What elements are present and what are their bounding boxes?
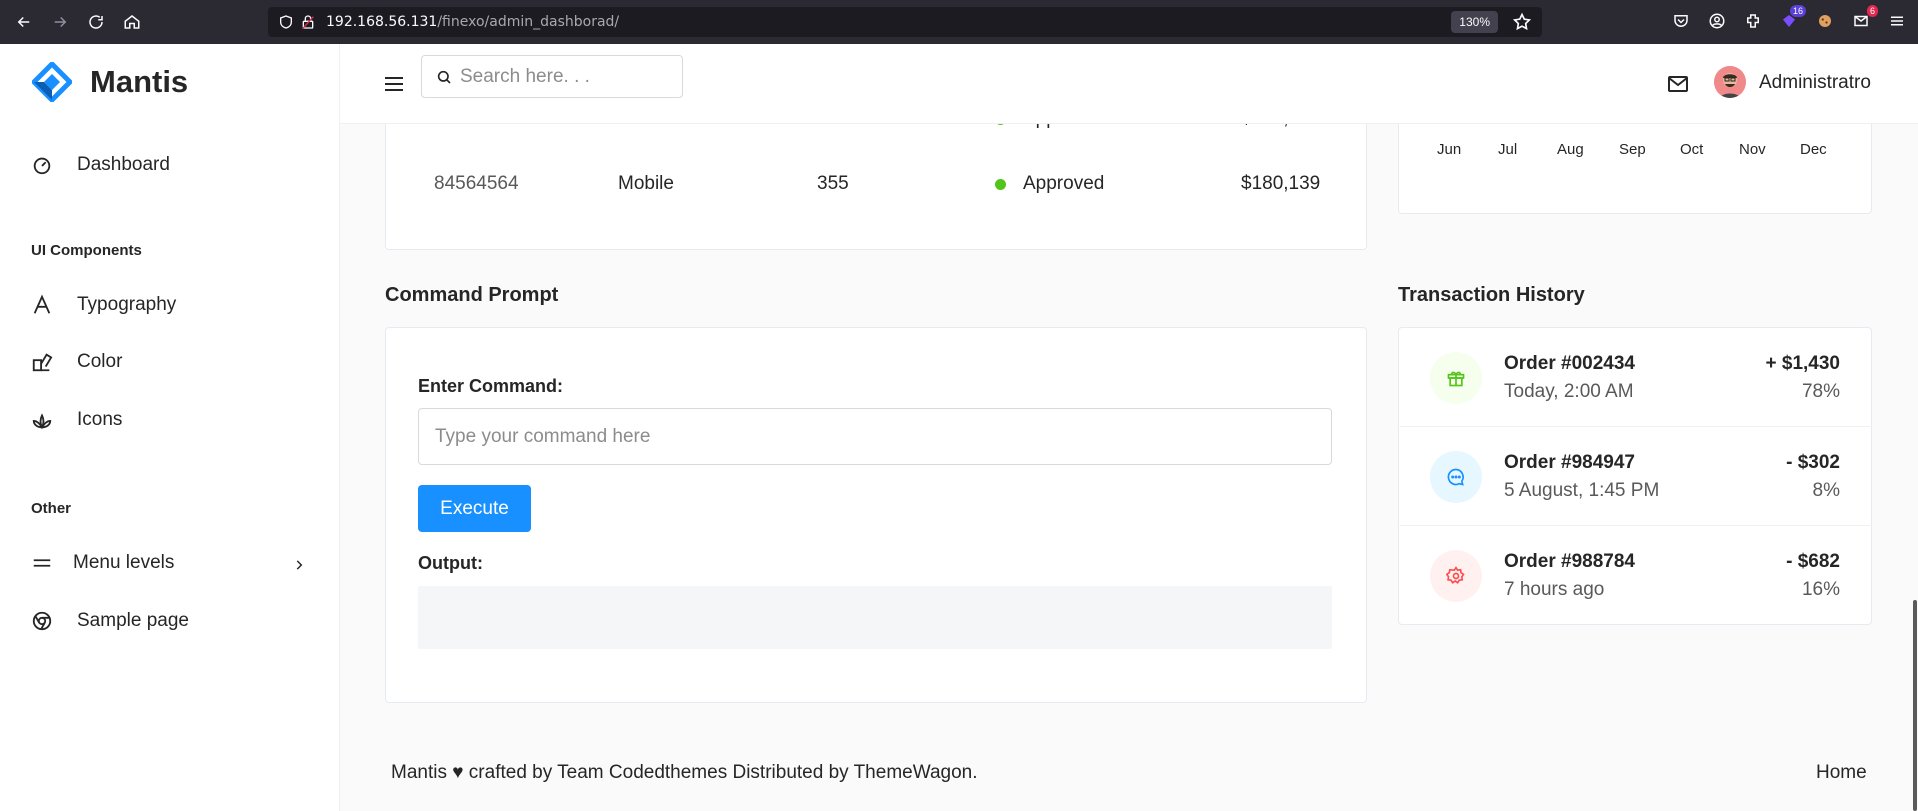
list-item[interactable]: Order #988784 7 hours ago - $682 16%: [1398, 526, 1872, 625]
user-avatar-icon: [1714, 66, 1746, 98]
account-icon[interactable]: [1706, 10, 1728, 32]
message-icon: [1430, 451, 1482, 503]
nav-caption-other: Other: [31, 500, 72, 517]
settings-icon: [1430, 550, 1482, 602]
sidebar-item-icons[interactable]: Icons: [31, 409, 122, 431]
transaction-amount: - $302: [1786, 452, 1840, 473]
sidebar-item-label: Dashboard: [77, 154, 170, 175]
transaction-time: 5 August, 1:45 PM: [1504, 480, 1660, 501]
dashboard-icon: [33, 157, 51, 175]
transaction-percent: 78%: [1801, 381, 1840, 402]
chart-x-tick: Jun: [1437, 141, 1462, 158]
output-label: Output:: [418, 553, 483, 573]
bookmark-star-icon[interactable]: [1512, 12, 1532, 32]
search-icon: [437, 70, 451, 84]
reload-icon[interactable]: [84, 10, 108, 34]
gift-icon: [1430, 352, 1482, 404]
chart-x-tick: Jul: [1498, 141, 1518, 158]
enter-command-label: Enter Command:: [418, 376, 564, 396]
transaction-time: Today, 2:00 AM: [1504, 381, 1634, 402]
browser-toolbar: 192.168.56.131/finexo/admin_dashborad/ 1…: [0, 0, 1918, 44]
lotus-icon: [32, 413, 52, 430]
url-path: /finexo/admin_dashborad/: [437, 14, 620, 30]
status-dot: [995, 179, 1006, 190]
sidebar-item-dashboard[interactable]: Dashboard: [31, 154, 170, 176]
extension-purple-icon[interactable]: 16: [1778, 5, 1806, 32]
zoom-level[interactable]: 130%: [1451, 11, 1498, 33]
search-input[interactable]: [460, 65, 660, 88]
transaction-percent: 16%: [1801, 579, 1840, 600]
sidebar-item-sample-page[interactable]: Sample page: [31, 610, 189, 632]
search-box[interactable]: [421, 55, 683, 98]
footer-home-link[interactable]: Home: [1816, 762, 1867, 784]
command-prompt-title: Command Prompt: [385, 284, 559, 306]
chart-x-tick: Nov: [1739, 141, 1766, 158]
mail-badge: 6: [1866, 5, 1878, 17]
url-text: 192.168.56.131/finexo/admin_dashborad/: [326, 14, 619, 30]
extension-cookie-icon[interactable]: [1814, 10, 1836, 32]
transaction-title: Order #988784: [1504, 551, 1635, 572]
chart-x-tick: Aug: [1557, 141, 1584, 158]
chart-x-tick: Dec: [1800, 141, 1827, 158]
sidebar-item-typography[interactable]: Typography: [31, 294, 176, 316]
browser-extensions: 16 6: [1670, 5, 1908, 32]
command-input[interactable]: [418, 408, 1332, 465]
extension-mail-icon[interactable]: 6: [1850, 5, 1878, 32]
browser-menu-icon[interactable]: [1886, 10, 1908, 32]
menu-levels-icon: [33, 559, 51, 567]
transaction-amount: + $1,430: [1765, 353, 1841, 374]
chart-x-tick: Oct: [1680, 141, 1704, 158]
chart-x-tick: Sep: [1619, 141, 1646, 158]
order-name: Mobile: [618, 173, 674, 194]
order-qty: 355: [817, 173, 849, 194]
list-item[interactable]: Order #002434 Today, 2:00 AM + $1,430 78…: [1398, 328, 1872, 427]
sidebar-item-label: Color: [77, 351, 123, 372]
avatar[interactable]: [1714, 66, 1746, 98]
execute-button[interactable]: Execute: [418, 485, 531, 532]
typography-icon: [33, 294, 51, 314]
brand-name: Mantis: [90, 64, 189, 99]
mantis-logo-icon: [32, 62, 72, 102]
sidebar-item-label: Typography: [77, 294, 177, 315]
shield-icon[interactable]: [276, 12, 296, 32]
mail-icon[interactable]: [1666, 72, 1690, 96]
sidebar-item-label: Sample page: [77, 610, 189, 631]
transaction-title: Order #002434: [1504, 353, 1635, 374]
order-id: 84564564: [434, 173, 519, 194]
forward-icon[interactable]: [48, 10, 72, 34]
hamburger-menu-icon[interactable]: [382, 72, 406, 96]
transaction-percent: 8%: [1812, 480, 1840, 501]
sidebar: Mantis Dashboard UI Components Typograph…: [0, 44, 340, 811]
home-icon[interactable]: [120, 10, 144, 34]
sidebar-item-menu-levels[interactable]: Menu levels: [31, 552, 174, 574]
nav-caption-ui-components: UI Components: [31, 242, 142, 259]
extension-badge: 16: [1789, 5, 1806, 17]
footer-credits: Mantis ♥ crafted by Team Codedthemes Dis…: [391, 762, 978, 783]
order-amount: $180,139: [1241, 173, 1321, 194]
extensions-icon[interactable]: [1742, 10, 1764, 32]
color-icon: [32, 353, 53, 372]
top-header-overlay: Administratro: [340, 44, 1918, 124]
command-output: [418, 586, 1332, 649]
brand[interactable]: Mantis: [32, 62, 188, 102]
sidebar-item-label: Menu levels: [73, 552, 175, 573]
insecure-lock-icon[interactable]: [298, 12, 318, 32]
sidebar-item-color[interactable]: Color: [31, 351, 122, 373]
sidebar-item-label: Icons: [77, 409, 123, 430]
transaction-time: 7 hours ago: [1504, 579, 1605, 600]
order-status: Approved: [1023, 173, 1105, 194]
chevron-right-icon[interactable]: [292, 558, 306, 572]
chrome-icon: [32, 611, 52, 631]
pocket-icon[interactable]: [1670, 10, 1692, 32]
user-name[interactable]: Administratro: [1759, 72, 1871, 94]
url-host: 192.168.56.131: [326, 14, 438, 30]
transaction-amount: - $682: [1786, 551, 1840, 572]
list-item[interactable]: Order #984947 5 August, 1:45 PM - $302 8…: [1398, 427, 1872, 526]
table-row[interactable]: 84564564 Mobile 355 Approved $180,139: [385, 170, 1367, 200]
address-bar[interactable]: 192.168.56.131/finexo/admin_dashborad/ 1…: [268, 7, 1542, 37]
back-icon[interactable]: [12, 10, 36, 34]
page-scrollbar[interactable]: [1913, 600, 1917, 811]
transaction-history-title: Transaction History: [1398, 284, 1585, 306]
transaction-title: Order #984947: [1504, 452, 1635, 473]
